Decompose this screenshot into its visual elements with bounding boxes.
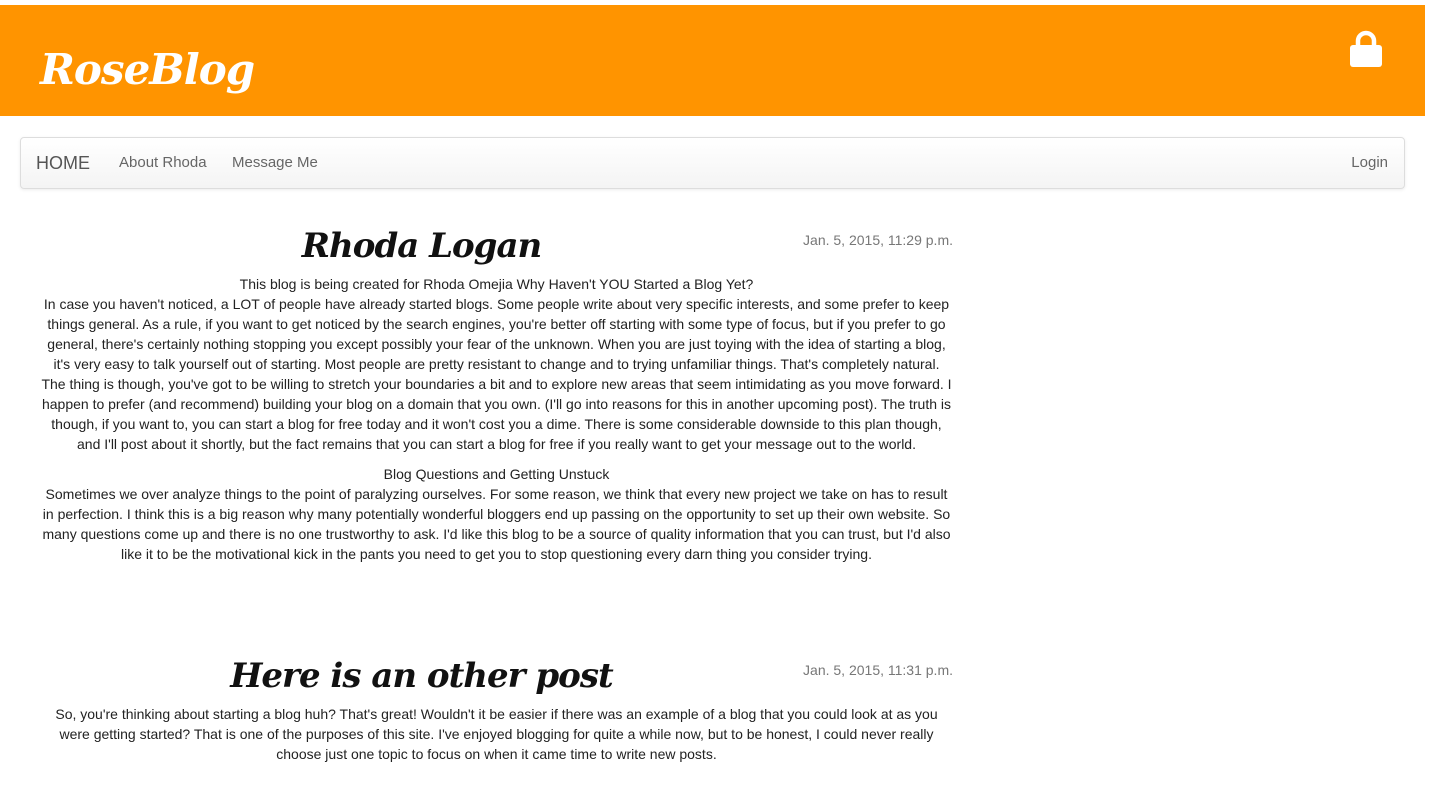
paragraph-heading: This blog is being created for Rhoda Ome… xyxy=(239,276,754,292)
post-body: This blog is being created for Rhoda Ome… xyxy=(40,274,953,564)
nav-message-link[interactable]: Message Me xyxy=(232,138,318,188)
paragraph-text: In case you haven't noticed, a LOT of pe… xyxy=(41,296,952,452)
post-body: So, you're thinking about starting a blo… xyxy=(40,704,953,764)
site-header: RoseBlog xyxy=(0,5,1425,116)
paragraph-heading: Blog Questions and Getting Unstuck xyxy=(383,466,610,482)
post-paragraph: So, you're thinking about starting a blo… xyxy=(40,704,953,764)
blog-post: Here is an other post Jan. 5, 2015, 11:3… xyxy=(40,656,953,774)
post-date: Jan. 5, 2015, 11:29 p.m. xyxy=(803,232,953,248)
post-paragraph: Blog Questions and Getting Unstuck Somet… xyxy=(40,464,953,564)
paragraph-text: Sometimes we over analyze things to the … xyxy=(42,486,951,562)
post-date: Jan. 5, 2015, 11:31 p.m. xyxy=(803,662,953,678)
blog-post: Rhoda Logan Jan. 5, 2015, 11:29 p.m. Thi… xyxy=(40,226,953,574)
post-paragraph: This blog is being created for Rhoda Ome… xyxy=(40,274,953,454)
lock-icon[interactable] xyxy=(1350,30,1382,68)
nav-home-link[interactable]: HOME xyxy=(36,138,90,188)
nav-about-link[interactable]: About Rhoda xyxy=(119,138,207,188)
nav-login-link[interactable]: Login xyxy=(1351,138,1388,188)
site-brand[interactable]: RoseBlog xyxy=(40,45,255,94)
main-navbar: HOME About Rhoda Message Me Login xyxy=(20,137,1405,189)
paragraph-text: So, you're thinking about starting a blo… xyxy=(55,706,938,762)
